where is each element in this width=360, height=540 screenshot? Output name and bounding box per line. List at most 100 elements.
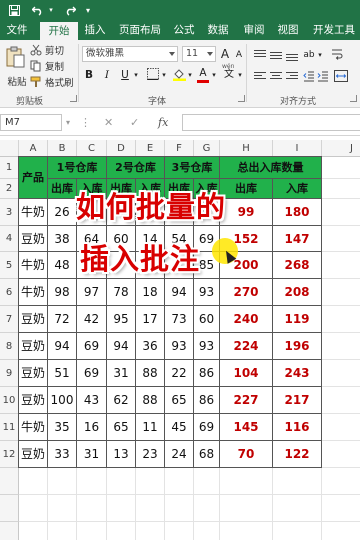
font-color-dropdown-icon[interactable]: ▾ [210,68,218,82]
row-header-9[interactable]: 9 [0,360,19,387]
header-product[interactable]: 产品 [19,157,48,199]
phonetic-dropdown-icon[interactable]: ▾ [236,68,244,82]
data-cell[interactable]: 11 [136,414,165,441]
data-cell[interactable]: 119 [273,306,322,333]
data-cell[interactable]: 268 [273,252,322,279]
column-header-f[interactable]: F [165,140,194,157]
formula-input[interactable] [182,114,360,131]
data-cell[interactable]: 196 [273,333,322,360]
decrease-indent-button[interactable] [302,70,316,84]
row-header-blank[interactable] [0,522,19,540]
data-cell[interactable]: 93 [194,333,220,360]
tab-developer[interactable]: 开发工具 [308,20,360,40]
align-left-icon[interactable] [254,72,266,82]
data-cell[interactable]: 17 [136,306,165,333]
column-header-d[interactable]: D [107,140,136,157]
alignment-dialog-launcher-icon[interactable] [350,95,357,102]
data-cell[interactable]: 31 [107,360,136,387]
product-cell[interactable]: 豆奶 [19,226,48,252]
data-cell[interactable]: 104 [220,360,273,387]
data-cell[interactable]: 270 [220,279,273,306]
column-header-j[interactable]: J [322,140,360,157]
row-header-4[interactable]: 4 [0,226,19,252]
font-size-select[interactable]: 11 [182,46,216,62]
data-cell[interactable]: 73 [165,306,194,333]
header-warehouse-2[interactable]: 2号仓库 [107,157,165,179]
data-cell[interactable]: 60 [194,306,220,333]
borders-button[interactable] [146,68,160,82]
data-cell[interactable]: 65 [107,414,136,441]
data-cell[interactable]: 42 [77,306,107,333]
merge-center-button[interactable] [334,70,348,84]
data-cell[interactable]: 224 [220,333,273,360]
column-header-e[interactable]: E [136,140,165,157]
align-top-icon[interactable] [254,50,266,60]
italic-button[interactable]: I [100,68,114,82]
header-out[interactable]: 出库 [48,179,77,199]
paste-button[interactable] [4,46,26,74]
column-header-a[interactable]: A [19,140,48,157]
data-cell[interactable]: 72 [48,306,77,333]
product-cell[interactable]: 牛奶 [19,414,48,441]
row-header-1[interactable]: 1 [0,157,19,179]
row-header-12[interactable]: 12 [0,441,19,468]
tab-page-layout[interactable]: 页面布局 [114,20,166,40]
chevron-down-icon[interactable]: ▾ [82,1,94,19]
data-cell[interactable]: 93 [165,333,194,360]
tab-file[interactable]: 文件 [2,20,32,40]
data-cell[interactable]: 24 [165,441,194,468]
data-cell[interactable]: 145 [220,414,273,441]
data-cell[interactable]: 243 [273,360,322,387]
fill-color-dropdown-icon[interactable]: ▾ [186,68,194,82]
row-header-3[interactable]: 3 [0,199,19,226]
data-cell[interactable]: 65 [165,387,194,414]
align-center-icon[interactable] [270,72,282,82]
align-bottom-icon[interactable] [286,54,298,64]
insert-function-button[interactable]: fx [158,114,168,131]
row-header-10[interactable]: 10 [0,387,19,414]
borders-dropdown-icon[interactable]: ▾ [160,68,168,82]
tab-review[interactable]: 审阅 [240,20,268,40]
font-dialog-launcher-icon[interactable] [238,95,245,102]
data-cell[interactable]: 16 [77,414,107,441]
data-cell[interactable]: 23 [136,441,165,468]
underline-button[interactable]: U [118,68,132,82]
format-painter-button[interactable]: 格式刷 [30,75,74,89]
increase-indent-button[interactable] [316,70,330,84]
row-header-6[interactable]: 6 [0,279,19,306]
save-icon[interactable] [6,1,22,19]
row-header-11[interactable]: 11 [0,414,19,441]
data-cell[interactable]: 95 [107,306,136,333]
tab-view[interactable]: 视图 [274,20,302,40]
data-cell[interactable]: 70 [220,441,273,468]
data-cell[interactable]: 51 [48,360,77,387]
header-out[interactable]: 出库 [220,179,273,199]
row-header-5[interactable]: 5 [0,252,19,279]
data-cell[interactable]: 180 [273,199,322,226]
cancel-entry-button[interactable]: ✕ [104,114,113,131]
orientation-button[interactable]: ab [302,48,316,62]
row-header-8[interactable]: 8 [0,333,19,360]
data-cell[interactable]: 43 [77,387,107,414]
data-cell[interactable]: 48 [48,252,77,279]
font-color-button[interactable]: A [196,66,210,83]
data-cell[interactable]: 116 [273,414,322,441]
cut-button[interactable]: 剪切 [30,43,64,57]
data-cell[interactable]: 35 [48,414,77,441]
data-cell[interactable]: 122 [273,441,322,468]
clipboard-dialog-launcher-icon[interactable] [70,95,77,102]
header-in[interactable]: 入库 [273,179,322,199]
data-cell[interactable]: 94 [107,333,136,360]
tab-home[interactable]: 开始 [40,22,78,40]
name-box-dropdown-icon[interactable]: ▾ [66,114,70,131]
data-cell[interactable]: 69 [77,360,107,387]
product-cell[interactable]: 豆奶 [19,387,48,414]
data-cell[interactable]: 94 [48,333,77,360]
data-cell[interactable]: 97 [77,279,107,306]
grow-font-button[interactable]: A [218,47,232,61]
name-box[interactable]: M7 [0,114,62,131]
undo-icon[interactable] [30,1,46,19]
data-cell[interactable]: 62 [107,387,136,414]
product-cell[interactable]: 豆奶 [19,333,48,360]
column-header-g[interactable]: G [194,140,220,157]
